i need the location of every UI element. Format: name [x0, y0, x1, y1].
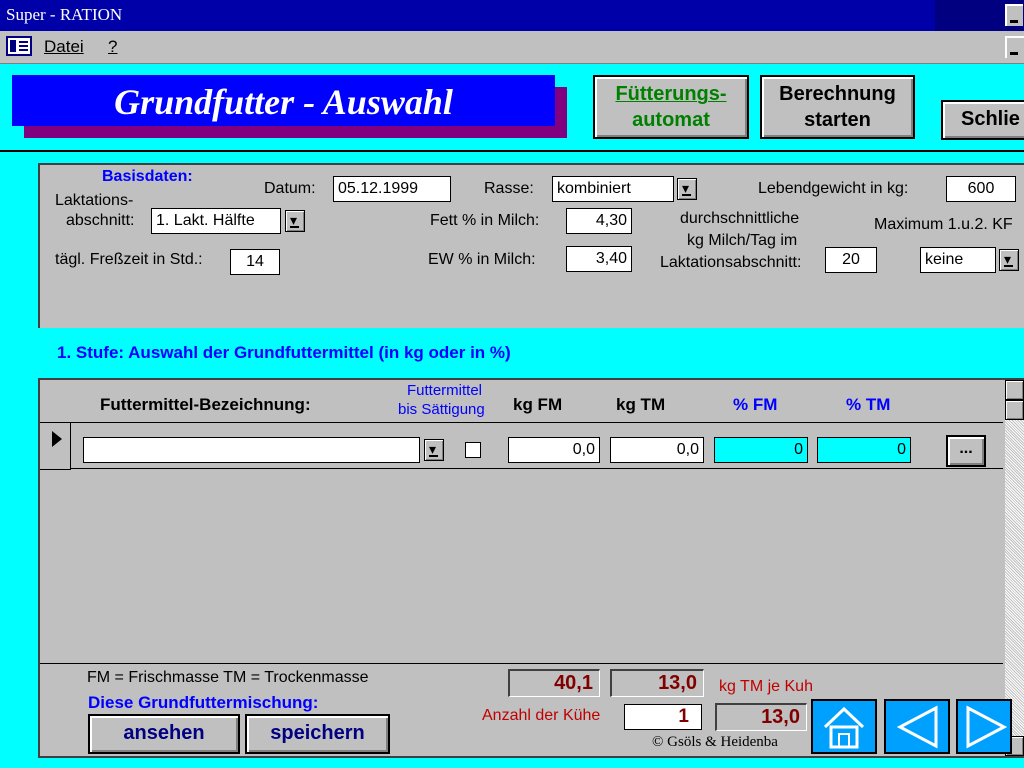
home-icon — [823, 706, 865, 749]
lebendgewicht-field[interactable]: 600 — [946, 176, 1016, 202]
fett-label: Fett % in Milch: — [430, 212, 540, 229]
datum-field[interactable]: 05.12.1999 — [333, 176, 451, 202]
scroll-thumb[interactable] — [1005, 400, 1024, 420]
saettigung-checkbox[interactable] — [465, 442, 481, 458]
berechnung-label-1: Berechnung — [779, 83, 896, 105]
col-saettigung-2: bis Sättigung — [398, 401, 485, 418]
anzahl-label: Anzahl der Kühe — [482, 707, 601, 724]
back-button[interactable] — [884, 699, 950, 754]
page-banner: Grundfutter - Auswahl — [12, 75, 555, 126]
stufe-heading: 1. Stufe: Auswahl der Grundfuttermittel … — [57, 343, 511, 362]
col-bezeichnung: Futtermittel-Bezeichnung: — [100, 395, 311, 414]
anzahl-field[interactable]: 1 — [624, 704, 702, 730]
laktation-label-1: Laktations- — [55, 192, 134, 209]
grid-footer-divider — [40, 663, 1003, 664]
forward-button[interactable] — [956, 699, 1012, 754]
col-kgfm: kg FM — [513, 395, 563, 414]
row-divider — [70, 468, 1003, 469]
page-title: Grundfutter - Auswahl — [114, 82, 453, 122]
menu-bar: Datei ? — [0, 31, 1024, 64]
total-tm-value: 13,0 — [715, 703, 807, 731]
ew-field[interactable]: 3,40 — [566, 246, 632, 272]
col-saettigung-1: Futtermittel — [407, 382, 483, 399]
milch-field[interactable]: 20 — [825, 247, 877, 273]
lebendgewicht-label: Lebendgewicht in kg: — [758, 180, 909, 197]
col-kgtm: kg TM — [616, 395, 666, 414]
header-divider — [0, 150, 1024, 152]
ansehen-label: ansehen — [123, 722, 205, 744]
col-ptm: % TM — [846, 395, 891, 414]
ansehen-button[interactable]: ansehen — [88, 714, 240, 754]
scroll-up-icon[interactable] — [1005, 380, 1024, 400]
maximum-label: Maximum 1.u.2. KF — [874, 216, 1013, 233]
speichern-label: speichern — [270, 722, 365, 744]
rasse-field[interactable]: kombiniert — [552, 176, 674, 202]
ptm-field: 0 — [817, 437, 911, 463]
fett-field[interactable]: 4,30 — [566, 208, 632, 234]
fuetterungsautomat-button[interactable]: Fütterungs- automat — [593, 75, 749, 139]
window-title: Super - RATION — [6, 5, 123, 24]
menu-help[interactable]: ? — [108, 37, 117, 57]
fuetterung-label-2: automat — [632, 109, 710, 131]
restore-icon[interactable] — [1005, 36, 1024, 58]
datum-label: Datum: — [264, 180, 316, 197]
fuetterung-label-1: Fütterungs- — [615, 83, 727, 105]
durchschnitt-label-1: durchschnittliche — [680, 210, 800, 227]
menu-datei[interactable]: Datei — [44, 37, 84, 57]
sum-tm-value: 13,0 — [610, 669, 704, 697]
title-bar: Super - RATION — [0, 0, 1024, 31]
futtermittel-select[interactable] — [83, 437, 420, 463]
pfm-field: 0 — [714, 437, 808, 463]
schliessen-button[interactable]: Schlie — [941, 100, 1024, 140]
arrow-right-icon — [966, 705, 1008, 749]
durchschnitt-label-3: Laktationsabschnitt: — [660, 254, 802, 271]
kgfm-field[interactable]: 0,0 — [508, 437, 600, 463]
mischung-label: Diese Grundfuttermischung: — [88, 693, 319, 712]
laktation-dropdown-icon[interactable] — [285, 210, 305, 232]
minimize-area — [935, 0, 1024, 31]
sum-fm-value: 40,1 — [508, 669, 600, 697]
fresszeit-field[interactable]: 14 — [230, 249, 280, 275]
ew-label: EW % in Milch: — [428, 251, 536, 268]
minimize-icon[interactable] — [1005, 4, 1023, 26]
futtermittel-dropdown-icon[interactable] — [424, 439, 444, 461]
rasse-label: Rasse: — [484, 180, 534, 197]
legend-text: FM = Frischmasse TM = Trockenmasse — [87, 669, 369, 686]
fresszeit-label: tägl. Freßzeit in Std.: — [55, 251, 203, 268]
more-button[interactable]: ... — [946, 435, 986, 467]
basisdaten-heading: Basisdaten: — [102, 168, 193, 185]
arrow-left-icon — [896, 705, 938, 749]
copyright-text: © Gsöls & Heidenba — [652, 734, 778, 750]
home-button[interactable] — [811, 699, 877, 754]
speichern-button[interactable]: speichern — [245, 714, 390, 754]
row-selector-icon[interactable] — [40, 423, 71, 470]
laktation-label-2: abschnitt: — [66, 212, 135, 229]
laktation-field[interactable]: 1. Lakt. Hälfte — [151, 208, 281, 234]
berechnung-starten-button[interactable]: Berechnung starten — [760, 75, 915, 139]
kgtm-field[interactable]: 0,0 — [610, 437, 704, 463]
maximum-dropdown-icon[interactable] — [999, 249, 1019, 271]
rasse-dropdown-icon[interactable] — [677, 178, 697, 200]
kg-tm-label: kg TM je Kuh — [719, 678, 813, 695]
berechnung-label-2: starten — [804, 109, 871, 131]
durchschnitt-label-2: kg Milch/Tag im — [687, 232, 798, 249]
system-menu-icon[interactable] — [6, 36, 32, 56]
maximum-field[interactable]: keine — [920, 247, 996, 273]
basisdaten-panel: Basisdaten: Datum: 05.12.1999 Rasse: kom… — [38, 163, 1024, 328]
schliessen-label: Schlie — [961, 108, 1020, 130]
col-pfm: % FM — [733, 395, 778, 414]
